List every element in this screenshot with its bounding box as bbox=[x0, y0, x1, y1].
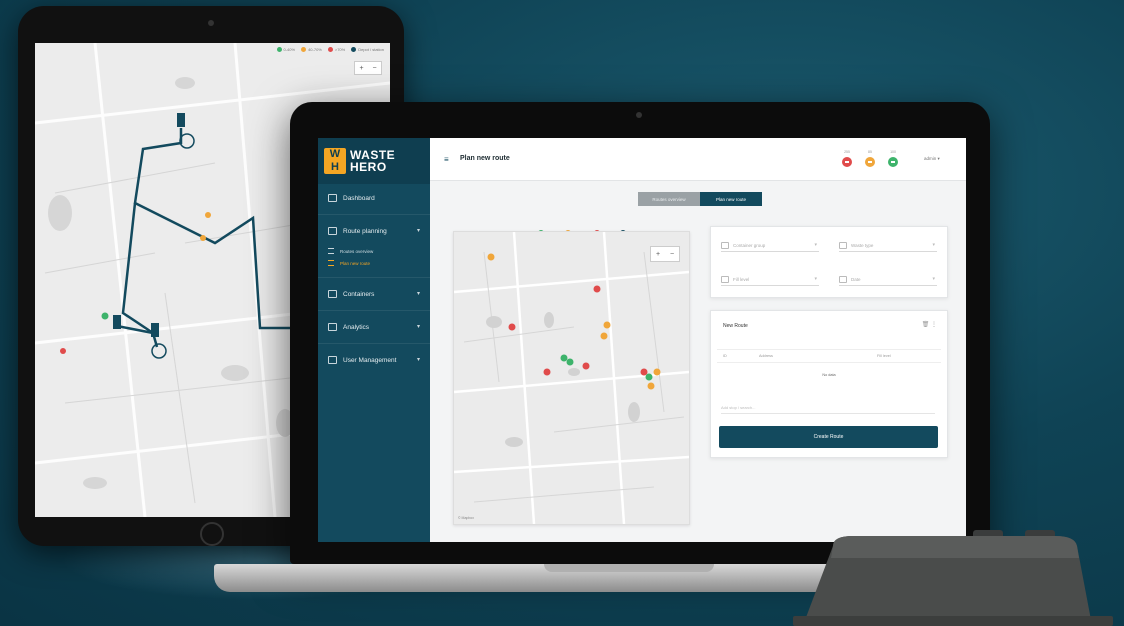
map-marker bbox=[645, 373, 653, 381]
tablet-legend: 0-40% 40-70% >70% Depot / station bbox=[276, 47, 384, 53]
list-icon bbox=[328, 260, 334, 266]
card-actions: 🗑 ⋮ bbox=[922, 321, 937, 328]
create-route-button[interactable]: Create Route bbox=[719, 426, 938, 448]
tablet-camera bbox=[208, 20, 214, 26]
card-title: New Route bbox=[723, 323, 748, 329]
map-marker bbox=[566, 358, 574, 366]
toggle-plan-new-route[interactable]: Plan new route bbox=[700, 192, 762, 206]
fill-icon bbox=[721, 275, 729, 283]
sidebar: WH WASTE HERO Dashboard Route planning ▾ … bbox=[318, 138, 430, 542]
sidebar-item-user-management[interactable]: User Management ▾ bbox=[318, 352, 430, 368]
date-select[interactable]: Date ▾ bbox=[839, 273, 937, 286]
tablet-legend-item: 0-40% bbox=[276, 47, 295, 53]
map-marker bbox=[593, 285, 601, 293]
dashboard-icon bbox=[328, 194, 337, 202]
chevron-down-icon: ▾ bbox=[416, 357, 420, 363]
route-table-header: ID Address Fill level bbox=[717, 349, 941, 363]
sidebar-nav: Dashboard Route planning ▾ Routes overvi… bbox=[318, 190, 430, 368]
container-icon bbox=[328, 290, 337, 298]
chevron-down-icon: ▾ bbox=[416, 291, 420, 297]
sidebar-item-analytics[interactable]: Analytics ▾ bbox=[318, 319, 430, 335]
sidebar-subitem-label: Routes overview bbox=[340, 248, 374, 254]
chevron-down-icon: ▾ bbox=[932, 242, 935, 248]
sidebar-item-label: Analytics bbox=[343, 323, 370, 331]
tablet-legend-item: Depot / station bbox=[351, 47, 384, 53]
sidebar-item-containers[interactable]: Containers ▾ bbox=[318, 286, 430, 302]
status-green[interactable]: 100 bbox=[886, 150, 900, 170]
column-header: ID bbox=[723, 354, 727, 358]
fill-level-sensor-device bbox=[793, 530, 1113, 626]
sidebar-subitem-label: Plan new route bbox=[340, 260, 371, 266]
map-attribution[interactable]: © Mapbox bbox=[458, 516, 474, 520]
filters-card: Container group ▾ Waste type ▾ Fill level ▾… bbox=[710, 226, 948, 298]
container-group-select[interactable]: Container group ▾ bbox=[721, 239, 819, 252]
page-title: Plan new route bbox=[460, 155, 510, 162]
status-orange[interactable]: 85 bbox=[863, 150, 877, 170]
add-stop-input[interactable]: Add stop / search... bbox=[721, 401, 935, 414]
user-menu[interactable]: admin ▾ bbox=[924, 156, 940, 162]
sidebar-item-label: Dashboard bbox=[343, 194, 375, 202]
menu-icon[interactable]: ≡ bbox=[444, 155, 449, 164]
brand-logo[interactable]: WH WASTE HERO bbox=[318, 138, 430, 184]
toggle-routes-overview[interactable]: Routes overview bbox=[638, 192, 700, 206]
view-toggle: Routes overview Plan new route bbox=[638, 192, 762, 206]
tablet-legend-item: >70% bbox=[327, 47, 345, 53]
chevron-down-icon: ▾ bbox=[416, 228, 420, 234]
zoom-out-icon[interactable]: − bbox=[670, 251, 674, 258]
fill-status-summary: 255 85 100 bbox=[840, 150, 900, 170]
delete-icon[interactable]: 🗑 bbox=[922, 322, 930, 328]
tablet-zoom-control[interactable]: + − bbox=[354, 61, 382, 75]
map-marker bbox=[600, 332, 608, 340]
map-zoom-control[interactable]: + − bbox=[650, 246, 680, 262]
group-icon bbox=[721, 241, 729, 249]
container-map[interactable] bbox=[453, 231, 690, 525]
column-header: Fill level bbox=[877, 354, 891, 358]
map-canvas[interactable] bbox=[454, 232, 689, 524]
map-marker bbox=[487, 253, 495, 261]
chevron-down-icon: ▾ bbox=[814, 242, 817, 248]
empty-state: No data bbox=[822, 373, 836, 377]
map-marker bbox=[560, 354, 568, 362]
list-icon bbox=[328, 248, 334, 254]
waste-type-select[interactable]: Waste type ▾ bbox=[839, 239, 937, 252]
map-marker bbox=[603, 321, 611, 329]
new-route-card: New Route 🗑 ⋮ ID Address Fill level No d… bbox=[710, 310, 948, 458]
zoom-out-icon[interactable]: − bbox=[372, 65, 376, 72]
zoom-in-icon[interactable]: + bbox=[656, 251, 660, 258]
fill-level-select[interactable]: Fill level ▾ bbox=[721, 273, 819, 286]
map-marker bbox=[543, 368, 551, 376]
tablet-legend-item: 40-70% bbox=[301, 47, 322, 53]
top-bar: ≡ Plan new route 255 85 100 admin ▾ bbox=[430, 138, 966, 181]
more-icon[interactable]: ⋮ bbox=[931, 322, 937, 328]
zoom-in-icon[interactable]: + bbox=[359, 65, 363, 72]
trash-icon bbox=[839, 241, 847, 249]
map-marker bbox=[640, 368, 648, 376]
sidebar-item-dashboard[interactable]: Dashboard bbox=[318, 190, 430, 206]
laptop-notch bbox=[544, 564, 714, 572]
logo-text: WASTE HERO bbox=[350, 148, 396, 174]
sidebar-item-route-planning[interactable]: Route planning ▾ bbox=[318, 223, 430, 239]
column-header: Address bbox=[759, 354, 773, 358]
tablet-home-button bbox=[200, 522, 224, 546]
users-icon bbox=[328, 356, 337, 364]
sidebar-subitem-plan-new-route[interactable]: Plan new route bbox=[318, 257, 430, 269]
analytics-icon bbox=[328, 323, 337, 331]
sidebar-item-label: Containers bbox=[343, 290, 375, 298]
calendar-icon bbox=[839, 275, 847, 283]
chevron-down-icon: ▾ bbox=[416, 324, 420, 330]
sidebar-item-label: Route planning bbox=[343, 227, 387, 235]
sidebar-item-label: User Management bbox=[343, 356, 397, 364]
route-icon bbox=[328, 227, 337, 235]
map-marker bbox=[653, 368, 661, 376]
chevron-down-icon: ▾ bbox=[814, 276, 817, 282]
laptop-camera bbox=[636, 112, 642, 118]
app-screen: WH WASTE HERO Dashboard Route planning ▾ … bbox=[318, 138, 966, 542]
chevron-down-icon: ▾ bbox=[932, 276, 935, 282]
logo-mark: WH bbox=[324, 148, 346, 174]
status-red[interactable]: 255 bbox=[840, 150, 854, 170]
map-marker bbox=[647, 382, 655, 390]
sidebar-subitem-routes-overview[interactable]: Routes overview bbox=[318, 245, 430, 257]
map-marker bbox=[582, 362, 590, 370]
map-marker bbox=[508, 323, 516, 331]
